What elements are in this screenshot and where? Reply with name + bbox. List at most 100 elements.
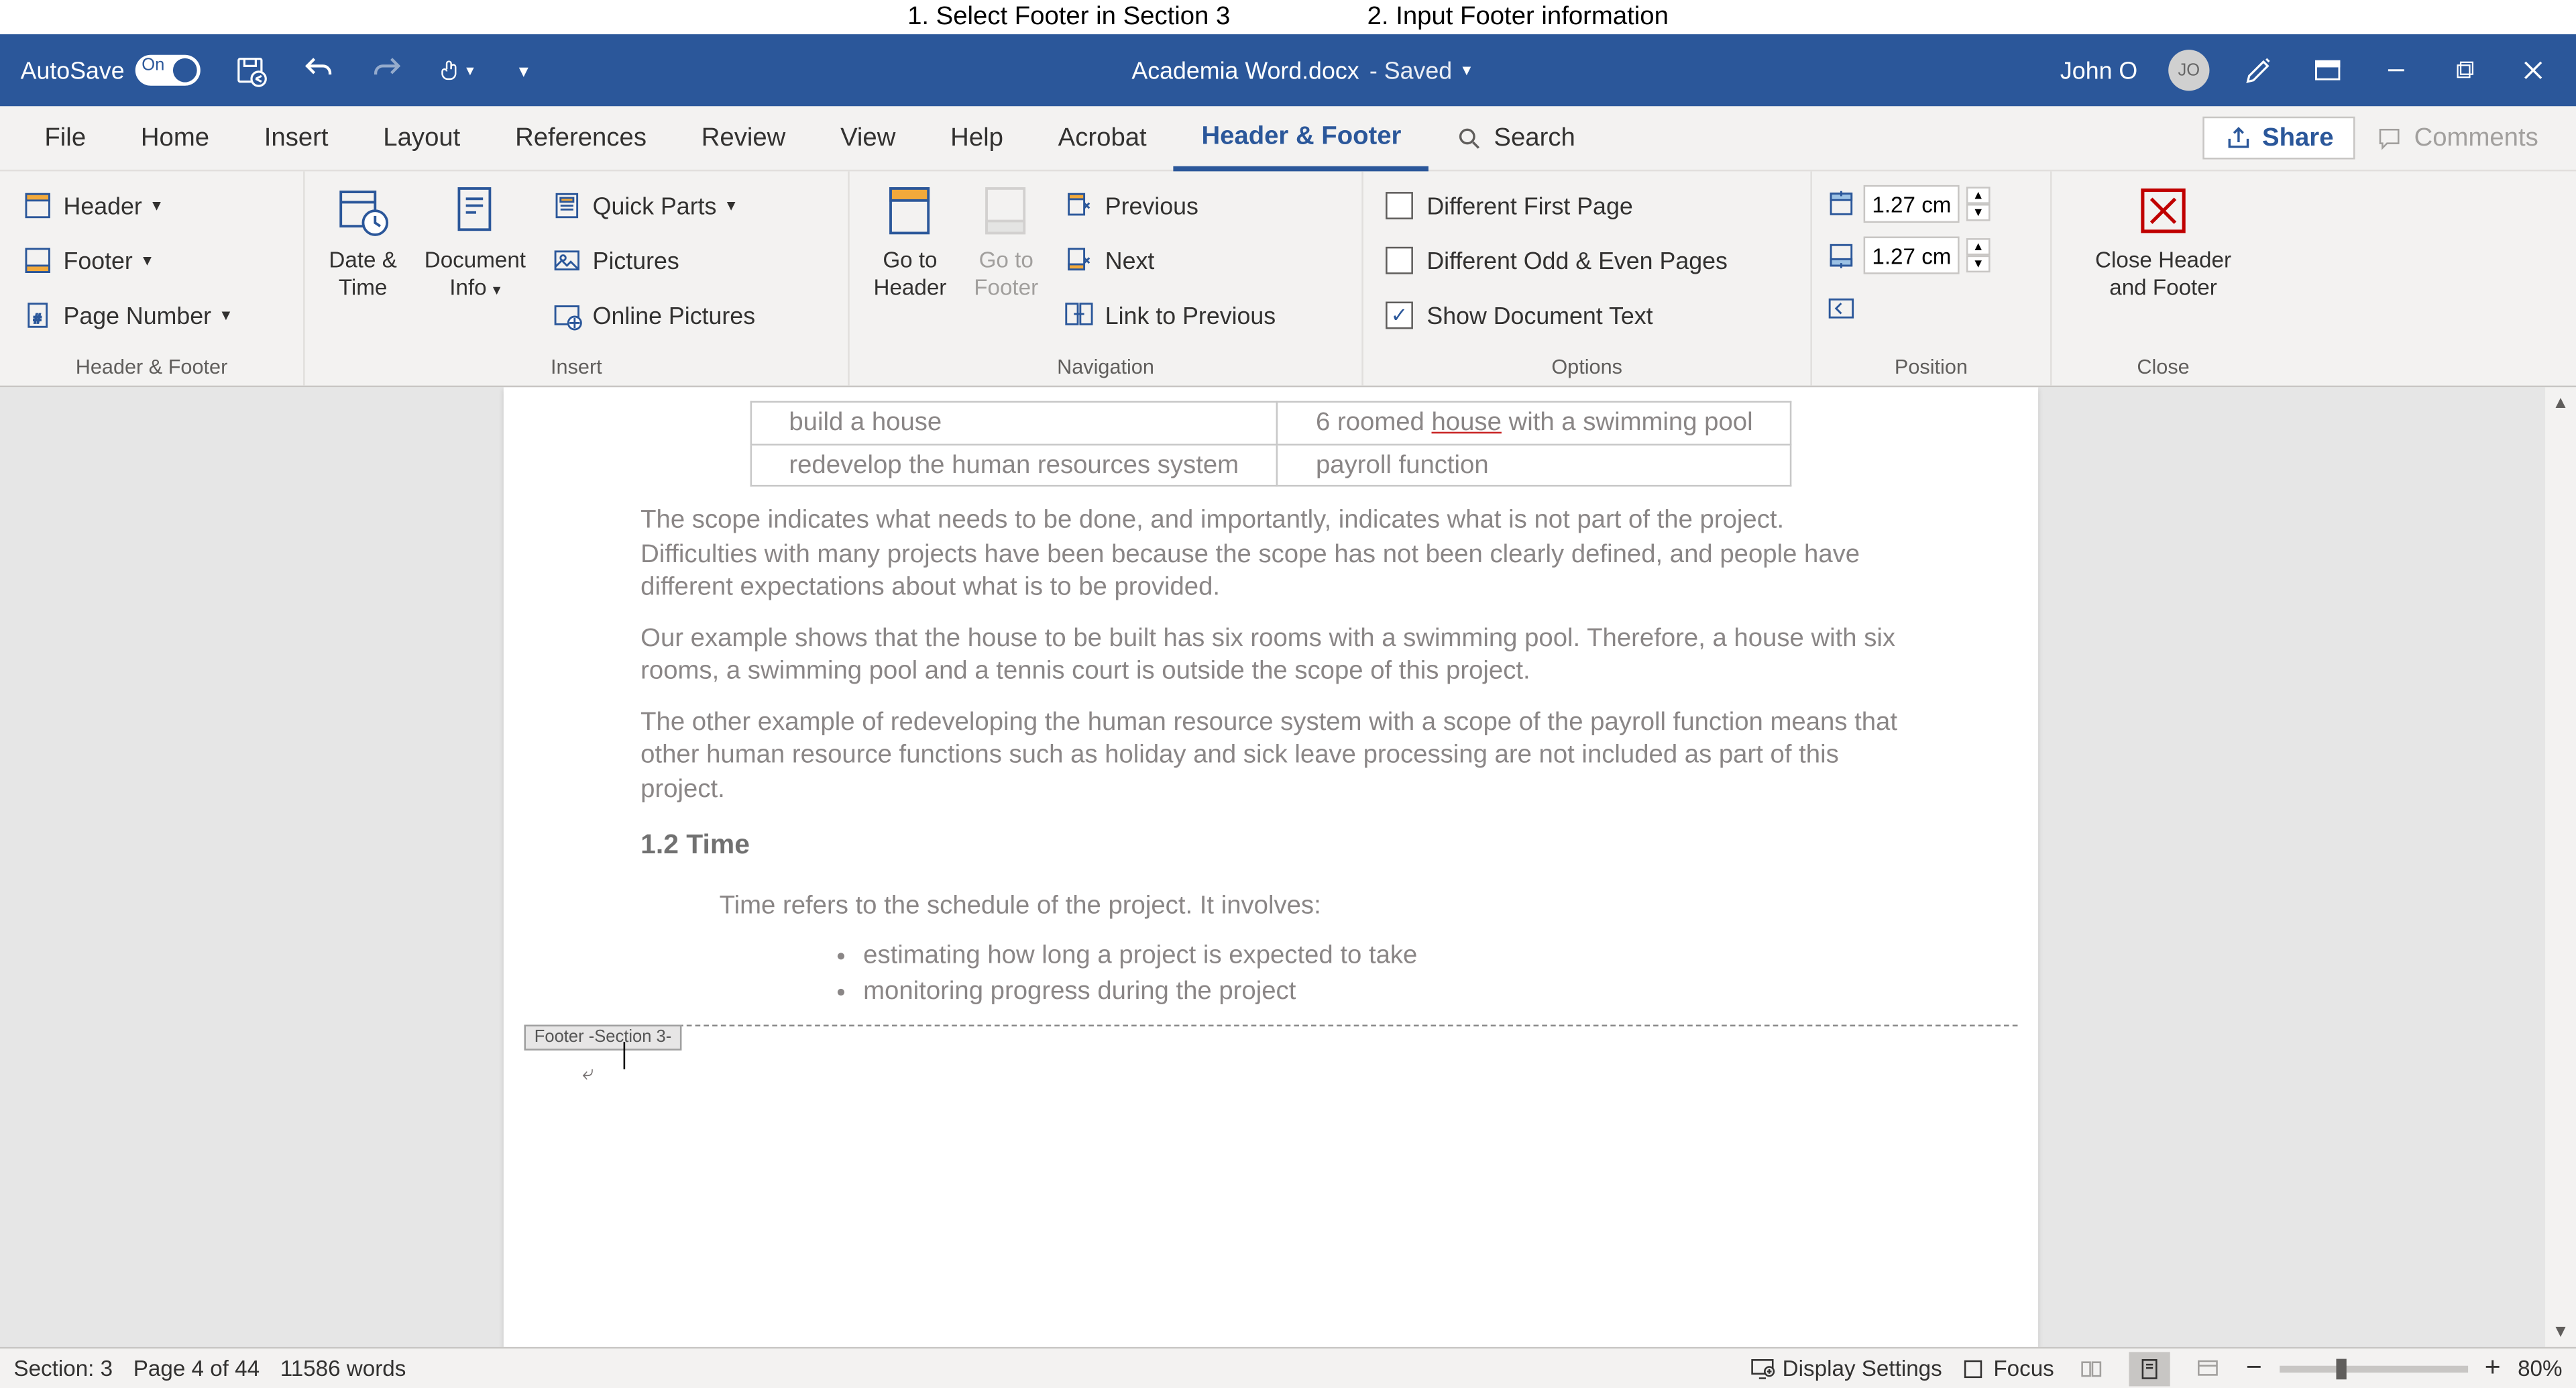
zoom-out-button[interactable]: − — [2246, 1353, 2262, 1384]
table-cell: build a house — [750, 402, 1278, 444]
footer-position-icon — [1826, 240, 1856, 271]
paragraph-mark-icon: ⤶ — [582, 1061, 594, 1087]
maximize-icon[interactable] — [2446, 52, 2483, 89]
instruction-bar: 1. Select Footer in Section 3 2. Input F… — [0, 0, 2576, 34]
tab-review[interactable]: Review — [674, 105, 813, 170]
zoom-in-button[interactable]: + — [2485, 1353, 2501, 1384]
header-button[interactable]: Header ▾ — [13, 185, 239, 226]
quick-parts-icon — [551, 191, 582, 221]
tab-references[interactable]: References — [488, 105, 674, 170]
save-state: - Saved — [1369, 56, 1452, 84]
tab-header-footer[interactable]: Header & Footer — [1174, 105, 1429, 170]
share-label: Share — [2262, 123, 2334, 152]
previous-icon — [1064, 191, 1095, 221]
date-time-icon — [334, 182, 392, 240]
close-icon[interactable] — [2514, 52, 2552, 89]
diff-odd-even-label: Different Odd & Even Pages — [1426, 247, 1728, 274]
ribbon: Header ▾ Footer ▾ #Page Number ▾ Header … — [0, 171, 2576, 387]
pictures-button[interactable]: Pictures — [543, 240, 764, 281]
user-avatar[interactable]: JO — [2168, 50, 2209, 91]
group-position-label: Position — [1826, 352, 2036, 382]
minimize-icon[interactable] — [2377, 52, 2415, 89]
status-words[interactable]: 11586 words — [280, 1355, 406, 1381]
display-settings-icon — [1748, 1354, 1776, 1382]
quick-parts-button[interactable]: Quick Parts ▾ — [543, 185, 764, 226]
spinner-down-icon[interactable]: ▼ — [1966, 204, 1991, 221]
instruction-2: 2. Input Footer information — [1367, 2, 1669, 35]
footer-position-input[interactable] — [1864, 236, 1960, 274]
date-time-label: Date &Time — [329, 247, 397, 301]
document-area[interactable]: build a house6 roomed house with a swimm… — [0, 387, 2576, 1346]
document-info-label: DocumentInfo ▾ — [425, 247, 526, 301]
previous-label: Previous — [1105, 192, 1198, 219]
web-layout-button[interactable] — [2188, 1351, 2229, 1385]
zoom-level[interactable]: 80% — [2518, 1355, 2562, 1381]
save-icon[interactable] — [231, 52, 268, 89]
footer-from-bottom-spinner[interactable]: ▲▼ — [1826, 236, 1990, 274]
search-box[interactable]: Search — [1429, 105, 1602, 170]
ribbon-mode-icon[interactable] — [2309, 52, 2347, 89]
insert-alignment-tab-button[interactable] — [1826, 288, 1990, 329]
share-button[interactable]: Share — [2202, 117, 2356, 160]
status-page[interactable]: Page 4 of 44 — [133, 1355, 260, 1381]
header-position-input[interactable] — [1864, 185, 1960, 223]
tab-home[interactable]: Home — [113, 105, 237, 170]
document-list: estimating how long a project is expecte… — [863, 940, 1901, 1008]
qat-customize-icon[interactable]: ▾ — [505, 52, 543, 89]
alignment-tab-icon — [1826, 293, 1856, 324]
tab-layout[interactable]: Layout — [355, 105, 488, 170]
next-button[interactable]: Next — [1056, 240, 1284, 281]
different-first-page-checkbox[interactable]: Different First Page — [1377, 185, 1736, 226]
redo-icon[interactable] — [368, 52, 405, 89]
diff-first-label: Different First Page — [1426, 192, 1632, 219]
header-icon — [22, 191, 53, 221]
previous-button[interactable]: Previous — [1056, 185, 1284, 226]
instruction-1: 1. Select Footer in Section 3 — [907, 2, 1230, 35]
print-layout-button[interactable] — [2129, 1351, 2170, 1385]
tab-acrobat[interactable]: Acrobat — [1031, 105, 1174, 170]
drawing-mode-icon[interactable] — [2240, 52, 2278, 89]
touch-mode-icon[interactable]: ▾ — [437, 52, 474, 89]
footer-edit-area[interactable]: ⤶ — [504, 1027, 2038, 1130]
date-time-button[interactable]: Date &Time — [319, 178, 407, 304]
tab-help[interactable]: Help — [923, 105, 1031, 170]
scroll-track[interactable] — [2545, 418, 2576, 1316]
status-section[interactable]: Section: 3 — [13, 1355, 113, 1381]
different-odd-even-checkbox[interactable]: Different Odd & Even Pages — [1377, 240, 1736, 281]
document-info-button[interactable]: DocumentInfo ▾ — [414, 178, 536, 304]
title-dropdown-icon[interactable]: ▾ — [1462, 61, 1471, 80]
goto-header-label: Go toHeader — [873, 247, 946, 301]
focus-button[interactable]: Focus — [1959, 1354, 2054, 1382]
spinner-up-icon[interactable]: ▲ — [1966, 238, 1991, 256]
close-header-footer-button[interactable]: Close Headerand Footer — [2085, 178, 2242, 304]
tab-file[interactable]: File — [17, 105, 113, 170]
comments-label: Comments — [2414, 123, 2538, 152]
autosave-toggle[interactable]: AutoSave On — [21, 55, 200, 86]
header-from-top-spinner[interactable]: ▲▼ — [1826, 185, 1990, 223]
toggle-switch-icon: On — [135, 55, 200, 86]
checkbox-icon — [1386, 192, 1413, 219]
table-cell: payroll function — [1278, 444, 1792, 486]
scroll-down-icon[interactable]: ▼ — [2545, 1316, 2576, 1347]
tab-insert[interactable]: Insert — [237, 105, 356, 170]
online-pictures-button[interactable]: Online Pictures — [543, 295, 764, 335]
tab-view[interactable]: View — [813, 105, 923, 170]
footer-button[interactable]: Footer ▾ — [13, 240, 239, 281]
link-previous-label: Link to Previous — [1105, 302, 1276, 329]
read-mode-button[interactable] — [2071, 1351, 2112, 1385]
goto-header-button[interactable]: Go toHeader — [863, 178, 957, 304]
zoom-slider[interactable] — [2279, 1365, 2467, 1372]
page-number-button[interactable]: #Page Number ▾ — [13, 295, 239, 335]
spinner-up-icon[interactable]: ▲ — [1966, 186, 1991, 204]
group-header-footer-label: Header & Footer — [13, 352, 289, 382]
show-document-text-checkbox[interactable]: ✓Show Document Text — [1377, 295, 1736, 335]
display-settings-button[interactable]: Display Settings — [1748, 1354, 1942, 1382]
table-cell: redevelop the human resources system — [750, 444, 1278, 486]
link-previous-button[interactable]: Link to Previous — [1056, 295, 1284, 335]
undo-icon[interactable] — [299, 52, 337, 89]
scroll-up-icon[interactable]: ▲ — [2545, 387, 2576, 418]
vertical-scrollbar[interactable]: ▲ ▼ — [2545, 387, 2576, 1346]
checkbox-icon — [1386, 247, 1413, 274]
spinner-down-icon[interactable]: ▼ — [1966, 256, 1991, 273]
comments-button[interactable]: Comments — [2356, 118, 2559, 158]
